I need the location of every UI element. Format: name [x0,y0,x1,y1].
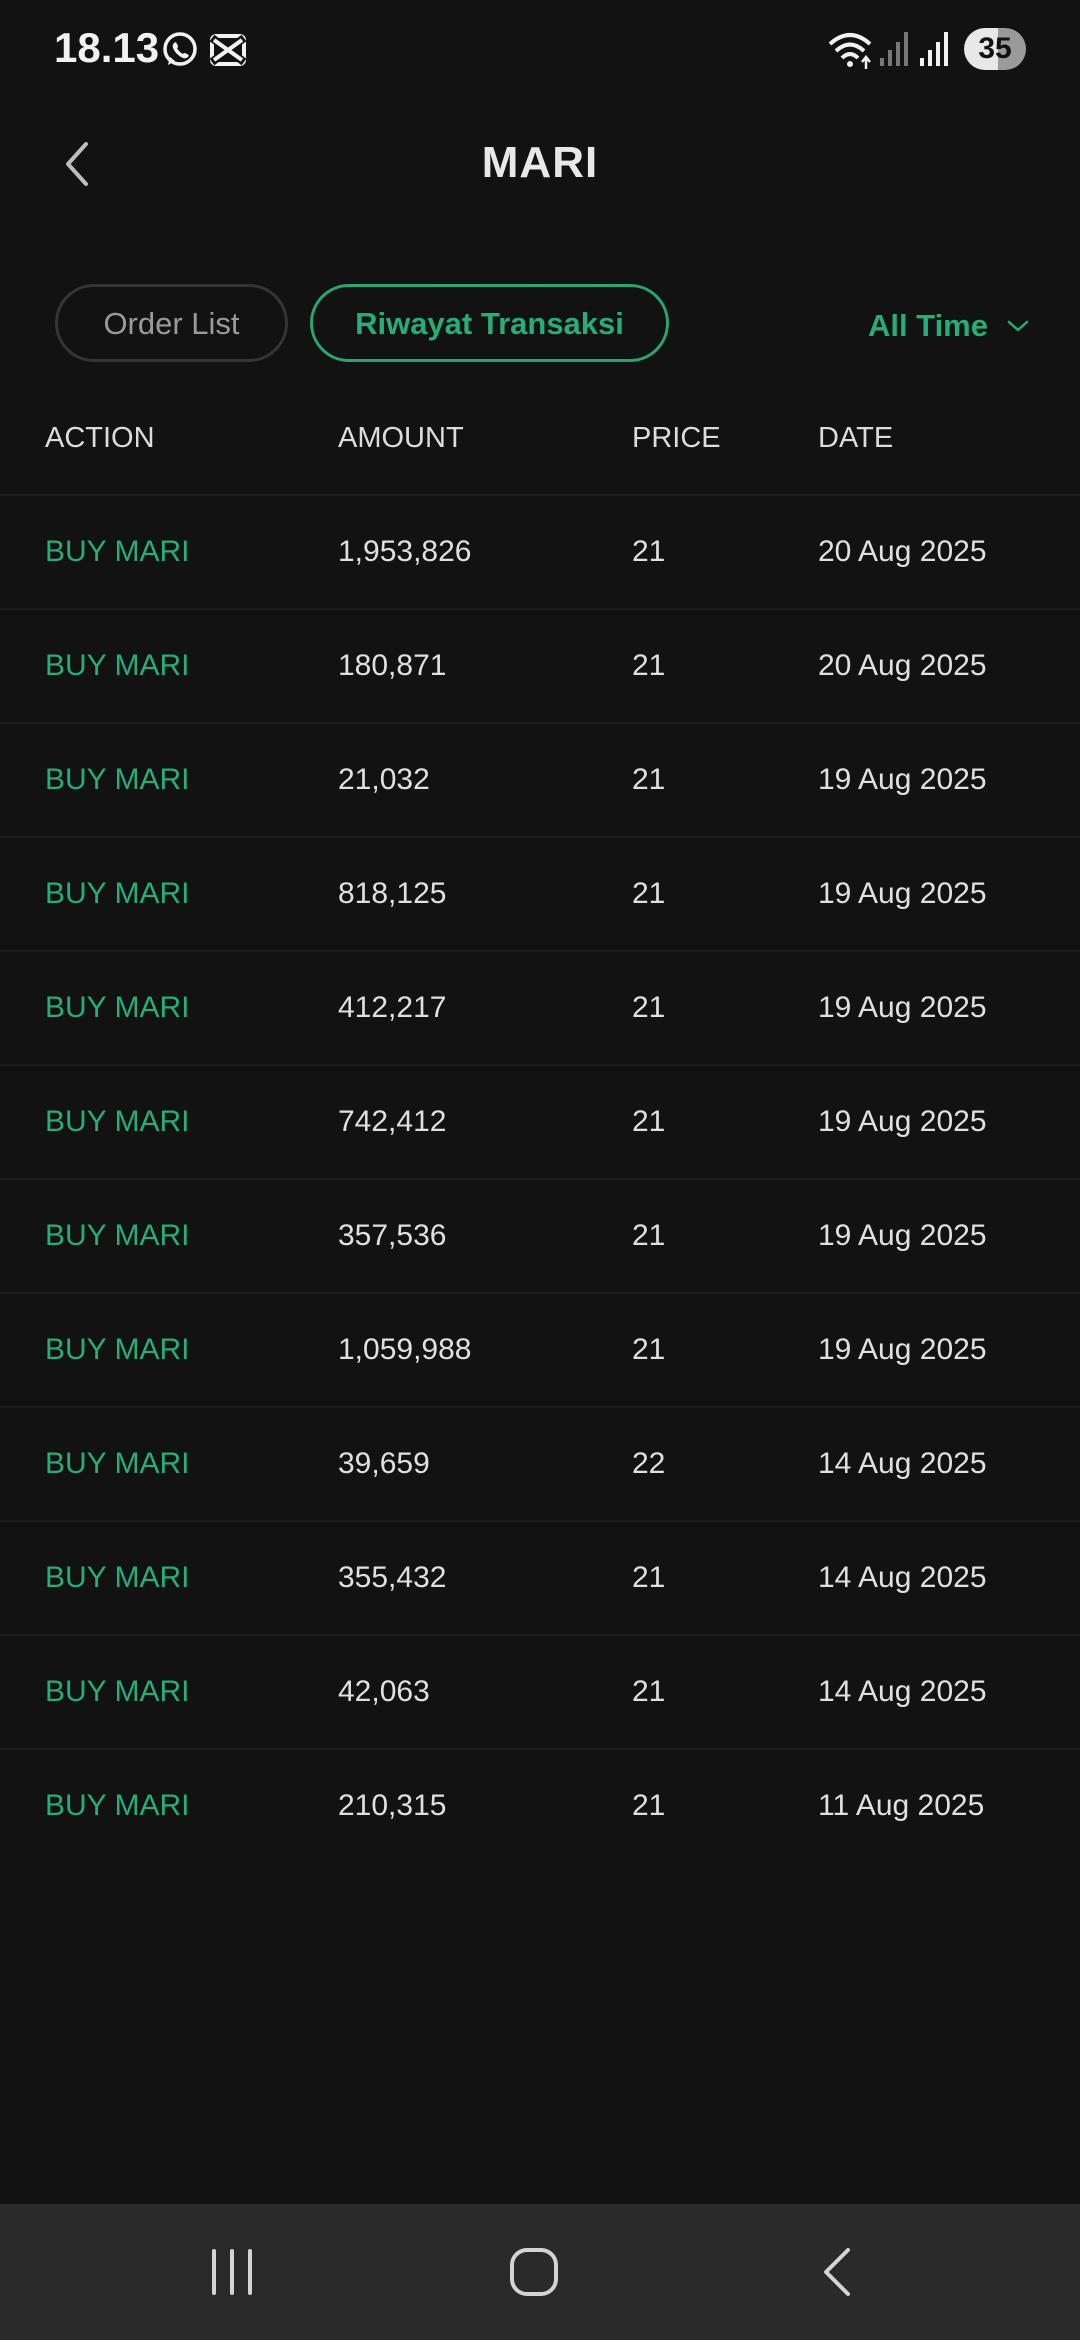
row-action: BUY MARI [45,649,190,682]
status-time: 18.13 [54,24,160,71]
transaction-table: ACTION AMOUNT PRICE DATE BUY MARI 1,953,… [0,400,1080,1862]
table-row[interactable]: BUY MARI 1,059,988 21 19 Aug 2025 [0,1294,1080,1408]
time-filter-label: All Time [867,308,988,343]
row-action: BUY MARI [45,763,190,796]
capcut-icon [208,30,248,70]
system-nav-bar [0,2204,1080,2340]
row-amount: 1,953,826 [338,535,472,568]
row-date: 20 Aug 2025 [818,535,987,568]
system-back-button[interactable] [802,2242,872,2302]
row-price: 21 [632,1561,666,1594]
status-bar: 18.13 35 [0,0,1080,100]
row-date: 20 Aug 2025 [818,649,987,682]
row-amount: 42,063 [338,1675,430,1708]
time-filter-dropdown[interactable]: All Time [868,304,1030,348]
row-action: BUY MARI [45,1333,190,1366]
row-price: 21 [632,1333,666,1366]
row-date: 19 Aug 2025 [818,991,987,1024]
row-date: 14 Aug 2025 [818,1675,987,1708]
table-row[interactable]: BUY MARI 355,432 21 14 Aug 2025 [0,1522,1080,1636]
row-action: BUY MARI [45,535,190,568]
row-amount: 21,032 [338,763,430,796]
tab-riwayat-transaksi[interactable]: Riwayat Transaksi [310,284,669,362]
row-date: 14 Aug 2025 [818,1561,987,1594]
home-icon [510,2248,558,2296]
row-price: 21 [632,877,666,910]
table-row[interactable]: BUY MARI 180,871 21 20 Aug 2025 [0,610,1080,724]
row-price: 21 [632,649,666,682]
row-price: 21 [632,1105,666,1138]
home-button[interactable] [499,2242,569,2302]
wifi-icon [826,28,874,77]
row-price: 22 [632,1447,666,1480]
row-date: 19 Aug 2025 [818,1105,987,1138]
row-action: BUY MARI [45,1675,190,1708]
row-amount: 742,412 [338,1105,447,1138]
row-amount: 412,217 [338,991,447,1024]
row-date: 19 Aug 2025 [818,877,987,910]
table-row[interactable]: BUY MARI 42,063 21 14 Aug 2025 [0,1636,1080,1750]
table-row[interactable]: BUY MARI 818,125 21 19 Aug 2025 [0,838,1080,952]
row-amount: 39,659 [338,1447,430,1480]
row-action: BUY MARI [45,877,190,910]
tab-order-list[interactable]: Order List [55,284,288,362]
row-price: 21 [632,763,666,796]
table-row[interactable]: BUY MARI 210,315 21 11 Aug 2025 [0,1750,1080,1862]
row-date: 19 Aug 2025 [818,1219,987,1252]
table-row[interactable]: BUY MARI 412,217 21 19 Aug 2025 [0,952,1080,1066]
row-action: BUY MARI [45,1105,190,1138]
row-amount: 210,315 [338,1789,447,1822]
table-row[interactable]: BUY MARI 357,536 21 19 Aug 2025 [0,1180,1080,1294]
row-date: 14 Aug 2025 [818,1447,987,1480]
row-price: 21 [632,1675,666,1708]
row-date: 19 Aug 2025 [818,763,987,796]
column-header-action: ACTION [45,422,155,454]
recent-apps-icon [212,2249,252,2295]
row-action: BUY MARI [45,1219,190,1252]
row-action: BUY MARI [45,1789,190,1822]
row-action: BUY MARI [45,991,190,1024]
battery-indicator: 35 [964,28,1026,70]
table-row[interactable]: BUY MARI 742,412 21 19 Aug 2025 [0,1066,1080,1180]
table-row[interactable]: BUY MARI 1,953,826 21 20 Aug 2025 [0,496,1080,610]
row-amount: 357,536 [338,1219,447,1252]
row-amount: 818,125 [338,877,447,910]
column-header-amount: AMOUNT [338,422,464,454]
table-row[interactable]: BUY MARI 21,032 21 19 Aug 2025 [0,724,1080,838]
table-header: ACTION AMOUNT PRICE DATE [0,400,1080,496]
page-title: MARI [481,138,599,187]
chevron-down-icon [1007,320,1029,332]
signal-sim2-icon [918,28,952,73]
row-action: BUY MARI [45,1561,190,1594]
whatsapp-icon [160,30,200,70]
row-date: 11 Aug 2025 [818,1789,985,1822]
row-amount: 355,432 [338,1561,447,1594]
signal-sim1-icon [878,28,912,73]
row-price: 21 [632,1219,666,1252]
back-icon [824,2248,850,2296]
table-row[interactable]: BUY MARI 39,659 22 14 Aug 2025 [0,1408,1080,1522]
row-price: 21 [632,1789,666,1822]
row-action: BUY MARI [45,1447,190,1480]
row-price: 21 [632,991,666,1024]
recent-apps-button[interactable] [197,2242,267,2302]
row-price: 21 [632,535,666,568]
row-date: 19 Aug 2025 [818,1333,987,1366]
row-amount: 1,059,988 [338,1333,472,1366]
row-amount: 180,871 [338,649,447,682]
column-header-date: DATE [818,422,894,454]
column-header-price: PRICE [632,422,721,454]
